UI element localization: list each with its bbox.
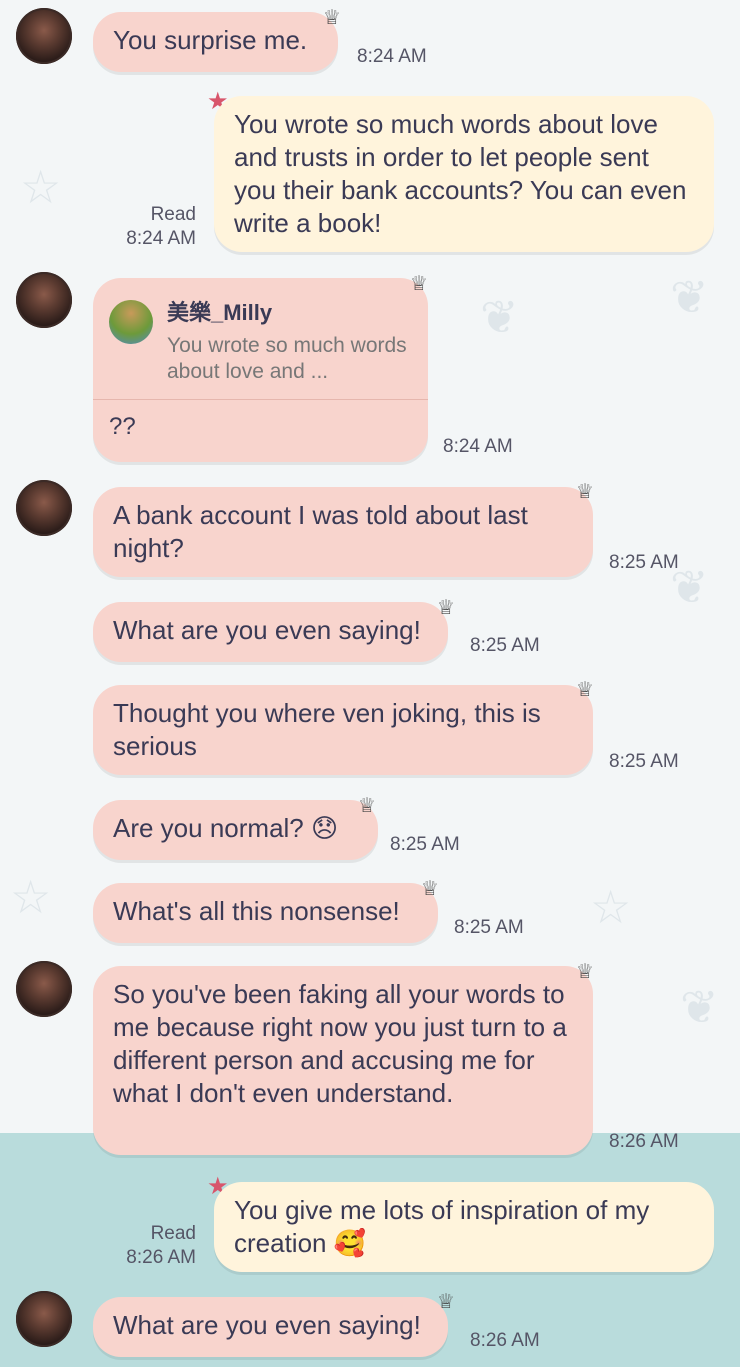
shell-icon: ♕ [576,479,594,503]
disappointed-face-emoji: 😞 [311,814,339,844]
starfish-bg-icon: ☆ [10,870,52,924]
read-status: Read [150,1223,196,1244]
shell-icon: ♕ [323,5,341,29]
leaf-bg-icon: ❦ [670,270,709,324]
shell-icon: ♕ [421,876,439,900]
shell-icon: ♕ [437,595,455,619]
message-time: 8:24 AM [126,228,196,249]
quoted-message[interactable]: 美樂_Milly You wrote so much words about l… [93,278,428,399]
message-time: 8:26 AM [126,1247,196,1268]
message-meta: Read 8:26 AM [110,1222,196,1270]
message-text: You surprise me. [113,25,308,55]
outgoing-message[interactable]: You give me lots of inspiration of my cr… [214,1182,714,1272]
starfish-bg-icon: ☆ [20,160,62,214]
message-text: What are you even saying! [113,1310,421,1340]
message-time: 8:26 AM [609,1131,679,1152]
leaf-bg-icon: ❦ [680,980,719,1034]
starfish-bg-icon: ☆ [590,880,632,934]
shell-icon: ♕ [358,793,376,817]
message-text: Are you normal? [113,813,304,843]
message-time: 8:24 AM [357,46,427,67]
incoming-message[interactable]: So you've been faking all your words to … [93,966,593,1155]
shell-icon: ♕ [576,959,594,983]
quoted-snippet: You wrote so much words about love and .… [167,334,407,383]
shell-icon: ♕ [437,1289,455,1313]
message-text: You wrote so much words about love and t… [234,109,687,238]
incoming-message[interactable]: What are you even saying! [93,1297,448,1357]
contact-avatar-icon[interactable] [16,961,72,1017]
leaf-bg-icon: ❦ [480,290,519,344]
smiling-face-with-hearts-emoji: 🥰 [333,1229,367,1259]
message-text: So you've been faking all your words to … [113,979,567,1108]
incoming-message[interactable]: What are you even saying! [93,602,448,662]
message-time: 8:25 AM [390,834,460,855]
message-time: 8:25 AM [609,751,679,772]
shell-icon: ♕ [410,271,428,295]
read-status: Read [150,204,196,225]
message-time: 8:25 AM [470,635,540,656]
incoming-reply-message[interactable]: 美樂_Milly You wrote so much words about l… [93,278,428,462]
message-text: ?? [109,413,136,440]
message-time: 8:26 AM [470,1330,540,1351]
contact-avatar-icon[interactable] [16,8,72,64]
incoming-message[interactable]: Thought you where ven joking, this is se… [93,685,593,775]
incoming-message[interactable]: A bank account I was told about last nig… [93,487,593,577]
shell-icon: ♕ [576,677,594,701]
reply-avatar-icon [109,300,153,344]
message-time: 8:25 AM [454,917,524,938]
message-text: Thought you where ven joking, this is se… [113,698,541,761]
message-text: What's all this nonsense! [113,896,400,926]
contact-avatar-icon[interactable] [16,1291,72,1347]
incoming-message[interactable]: What's all this nonsense! [93,883,438,943]
message-text: What are you even saying! [113,615,421,645]
contact-avatar-icon[interactable] [16,272,72,328]
message-meta: Read 8:24 AM [110,203,196,251]
quoted-sender-name: 美樂_Milly [167,300,273,325]
outgoing-message[interactable]: You wrote so much words about love and t… [214,96,714,252]
message-time: 8:25 AM [609,552,679,573]
message-time: 8:24 AM [443,436,513,457]
message-text: You give me lots of inspiration of my cr… [234,1195,650,1258]
incoming-message[interactable]: You surprise me. [93,12,338,72]
message-text: A bank account I was told about last nig… [113,500,528,563]
incoming-message[interactable]: Are you normal? 😞 [93,800,378,860]
contact-avatar-icon[interactable] [16,480,72,536]
